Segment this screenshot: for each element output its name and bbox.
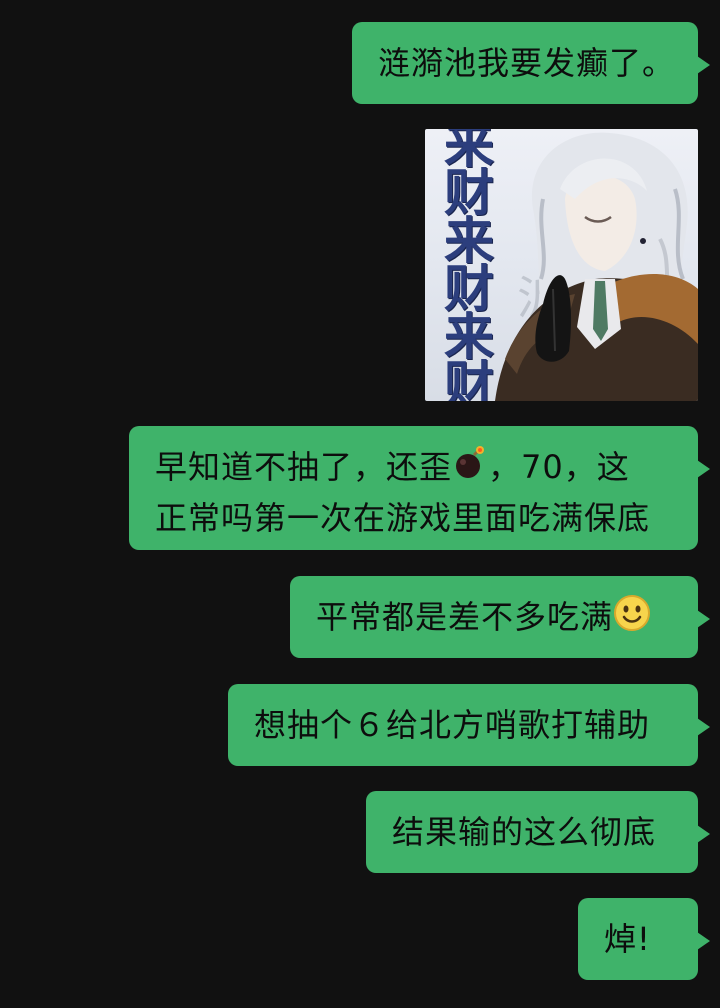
- message-text: 早知道不抽了，还歪: [155, 448, 453, 486]
- message-line: 早知道不抽了，还歪 ，70，这: [155, 443, 698, 494]
- message-bubble[interactable]: 早知道不抽了，还歪 ，70，这 正常吗第一次在游戏里面吃满保底: [129, 426, 710, 550]
- message-bubble[interactable]: 结果输的这么彻底: [366, 791, 710, 873]
- message-line: 平常都是差不多吃满: [316, 593, 698, 645]
- bomb-icon: [452, 445, 488, 494]
- message-text: ，70，这: [488, 448, 630, 486]
- message-text: 结果输的这么彻底: [392, 813, 657, 851]
- message-bubble[interactable]: 平常都是差不多吃满: [290, 576, 710, 658]
- message-bubble[interactable]: 焯!: [578, 898, 710, 980]
- message-text: 正常吗第一次在游戏里面吃满保底: [155, 498, 651, 537]
- message-text: 想抽个６给北方哨歌打辅助: [254, 706, 651, 744]
- message-text: 焯!: [604, 920, 651, 958]
- message-text: 平常都是差不多吃满: [316, 598, 614, 636]
- message-bubble[interactable]: 涟漪池我要发癫了。: [352, 22, 710, 104]
- chat-view: 涟漪池我要发癫了。 来 财 来 财 来 财 沂: [0, 0, 720, 1008]
- message-text: 涟漪池我要发癫了。: [378, 44, 676, 82]
- smile-emoji-icon: [613, 594, 651, 645]
- sticker-image[interactable]: 来 财 来 财 来 财 沂: [425, 129, 698, 401]
- message-bubble[interactable]: 想抽个６给北方哨歌打辅助: [228, 684, 710, 766]
- praying-character-illustration: 沂: [495, 132, 698, 401]
